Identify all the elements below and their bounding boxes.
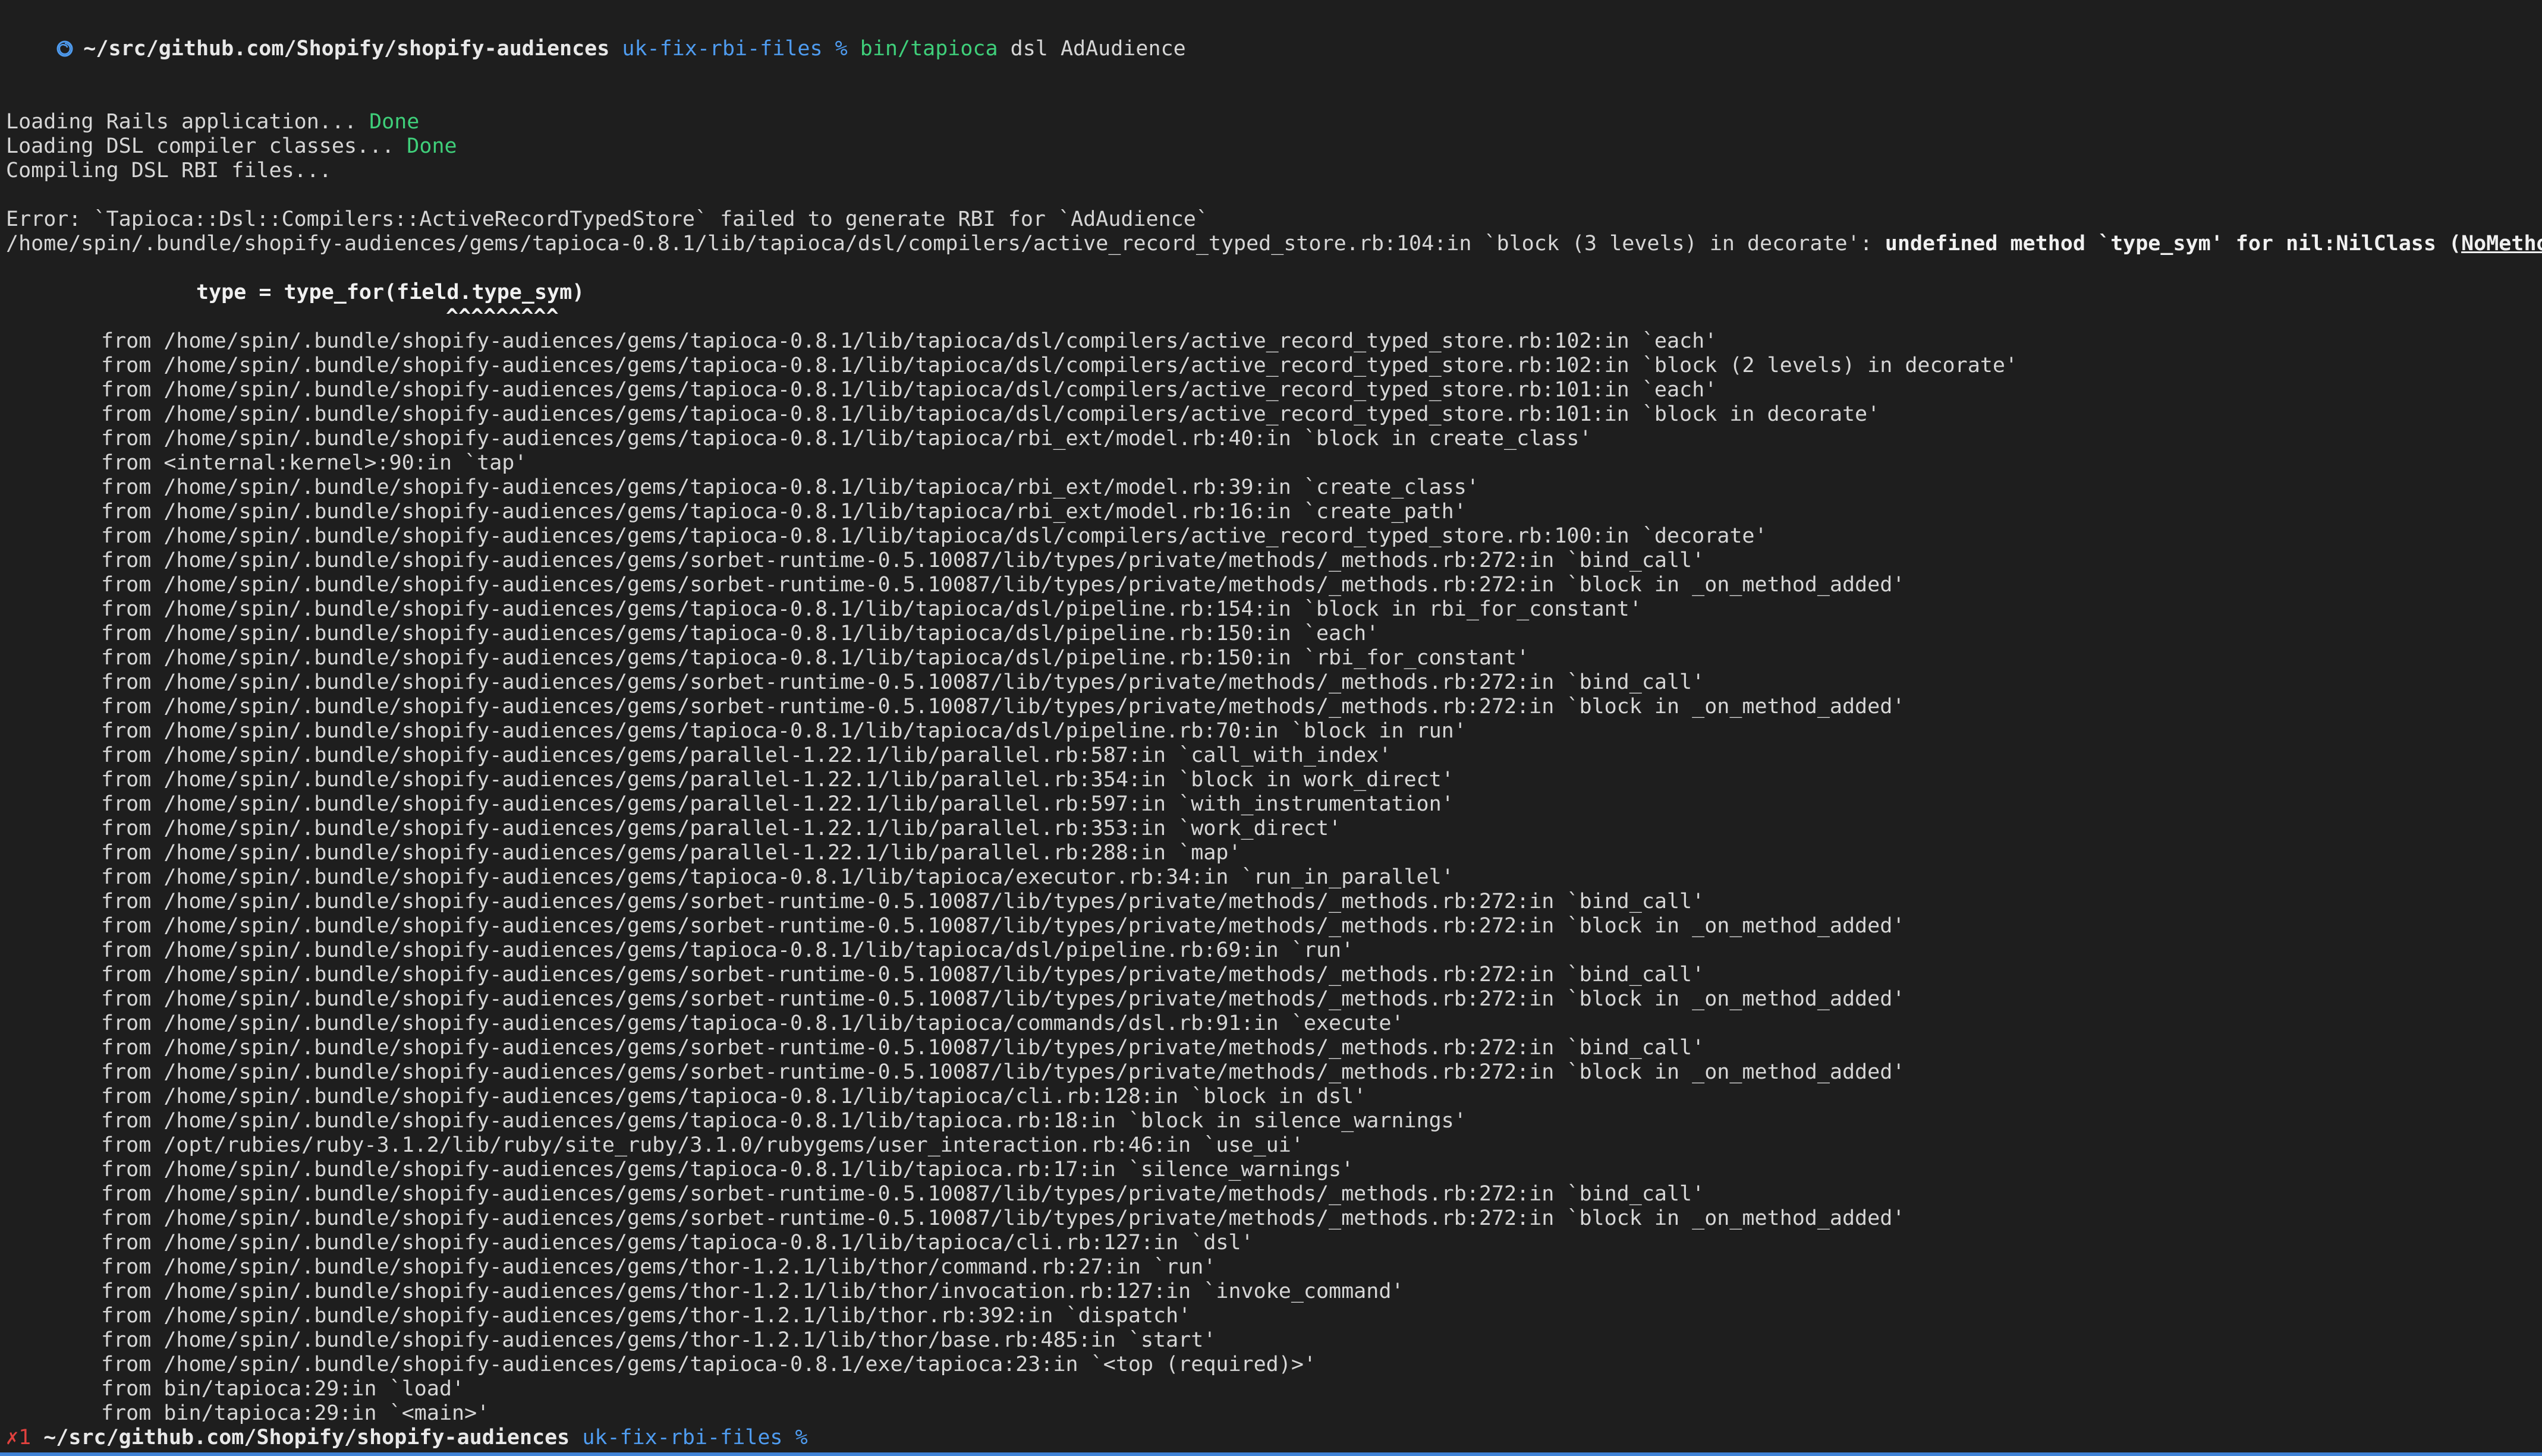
backtrace-line: from /home/spin/.bundle/shopify-audience…: [101, 1085, 1367, 1108]
backtrace-line: from /home/spin/.bundle/shopify-audience…: [101, 1206, 1905, 1230]
backtrace-line: from /home/spin/.bundle/shopify-audience…: [101, 841, 1241, 865]
backtrace-line: from /home/spin/.bundle/shopify-audience…: [101, 890, 1705, 913]
backtrace-line: from /home/spin/.bundle/shopify-audience…: [101, 646, 1530, 670]
prompt-symbol: %: [795, 1426, 808, 1449]
spiral-prompt-icon: [56, 39, 74, 57]
backtrace-line: from /home/spin/.bundle/shopify-audience…: [101, 792, 1454, 816]
backtrace-line: from bin/tapioca:29:in `<main>': [101, 1401, 490, 1425]
error-message: Error: `Tapioca::Dsl::Compilers::ActiveR…: [6, 207, 1209, 231]
error-source-line: type = type_for(field.type_sym): [196, 281, 585, 304]
final-prompt-line[interactable]: ✗1 ~/src/github.com/Shopify/shopify-audi…: [6, 1426, 2542, 1450]
error-location: /home/spin/.bundle/shopify-audiences/gem…: [6, 232, 2542, 256]
prompt-symbol: %: [835, 37, 848, 61]
backtrace-line: from /home/spin/.bundle/shopify-audience…: [101, 1328, 1216, 1352]
backtrace-line: from /home/spin/.bundle/shopify-audience…: [101, 1109, 1467, 1133]
terminal-window[interactable]: ~/src/github.com/Shopify/shopify-audienc…: [0, 0, 2542, 1456]
backtrace-line: from /home/spin/.bundle/shopify-audience…: [101, 938, 1354, 962]
backtrace-line: from /home/spin/.bundle/shopify-audience…: [101, 524, 1767, 548]
backtrace-line: from /home/spin/.bundle/shopify-audience…: [101, 500, 1467, 524]
status-done: Done: [407, 134, 457, 158]
backtrace-line: from /home/spin/.bundle/shopify-audience…: [101, 1011, 1404, 1035]
backtrace-line: from /home/spin/.bundle/shopify-audience…: [101, 1182, 1705, 1206]
status-done: Done: [369, 110, 420, 134]
prompt-path: ~/src/github.com/Shopify/shopify-audienc…: [83, 37, 610, 61]
prompt-path: ~/src/github.com/Shopify/shopify-audienc…: [43, 1426, 570, 1449]
backtrace-line: from /home/spin/.bundle/shopify-audience…: [101, 1255, 1216, 1279]
backtrace-line: from bin/tapioca:29:in `load': [101, 1377, 465, 1401]
command-args: dsl AdAudience: [1010, 37, 1186, 61]
exception-class: NoMethodError: [2461, 232, 2542, 256]
backtrace-line: from /home/spin/.bundle/shopify-audience…: [101, 1036, 1705, 1060]
backtrace-line: from /home/spin/.bundle/shopify-audience…: [101, 670, 1705, 694]
backtrace-line: from /home/spin/.bundle/shopify-audience…: [101, 622, 1379, 645]
backtrace-line: from /home/spin/.bundle/shopify-audience…: [101, 743, 1392, 767]
status-line-dsl: Loading DSL compiler classes... Done: [6, 134, 457, 158]
backtrace-line: from /home/spin/.bundle/shopify-audience…: [101, 768, 1454, 792]
backtrace-line: from /home/spin/.bundle/shopify-audience…: [101, 1304, 1191, 1328]
prompt-branch: uk-fix-rbi-files: [622, 37, 823, 61]
backtrace-line: from <internal:kernel>:90:in `tap': [101, 451, 527, 475]
backtrace-line: from /home/spin/.bundle/shopify-audience…: [101, 427, 1592, 450]
backtrace-line: from /home/spin/.bundle/shopify-audience…: [101, 354, 2018, 377]
backtrace-line: from /home/spin/.bundle/shopify-audience…: [101, 1060, 1905, 1084]
backtrace-line: from /home/spin/.bundle/shopify-audience…: [101, 597, 1642, 621]
backtrace-line: from /home/spin/.bundle/shopify-audience…: [101, 1353, 1316, 1376]
backtrace-line: from /home/spin/.bundle/shopify-audience…: [101, 549, 1705, 572]
backtrace-line: from /home/spin/.bundle/shopify-audience…: [101, 1231, 1254, 1255]
backtrace: from /home/spin/.bundle/shopify-audience…: [6, 329, 2542, 1426]
bottom-border: [0, 1452, 2542, 1456]
status-line-compiling: Compiling DSL RBI files...: [6, 159, 332, 182]
prompt-line: ~/src/github.com/Shopify/shopify-audienc…: [6, 12, 2542, 61]
backtrace-line: from /home/spin/.bundle/shopify-audience…: [101, 719, 1467, 743]
backtrace-line: from /home/spin/.bundle/shopify-audience…: [101, 378, 1717, 402]
error-detail: undefined method `type_sym' for nil:NilC…: [1885, 232, 2462, 256]
backtrace-line: from /home/spin/.bundle/shopify-audience…: [101, 695, 1905, 718]
backtrace-line: from /home/spin/.bundle/shopify-audience…: [101, 914, 1905, 938]
backtrace-line: from /home/spin/.bundle/shopify-audience…: [101, 573, 1905, 597]
backtrace-line: from /home/spin/.bundle/shopify-audience…: [101, 817, 1342, 840]
backtrace-line: from /home/spin/.bundle/shopify-audience…: [101, 865, 1454, 889]
backtrace-line: from /home/spin/.bundle/shopify-audience…: [101, 475, 1479, 499]
status-line-rails: Loading Rails application... Done: [6, 110, 420, 134]
prompt-branch: uk-fix-rbi-files: [582, 1426, 783, 1449]
exit-status-badge: ✗1: [6, 1426, 32, 1449]
error-caret: ^^^^^^^^^: [446, 305, 559, 329]
backtrace-line: from /home/spin/.bundle/shopify-audience…: [101, 963, 1705, 987]
backtrace-line: from /home/spin/.bundle/shopify-audience…: [101, 1279, 1404, 1303]
backtrace-line: from /home/spin/.bundle/shopify-audience…: [101, 1158, 1354, 1181]
backtrace-line: from /home/spin/.bundle/shopify-audience…: [101, 402, 1880, 426]
command-bin: bin/tapioca: [860, 37, 998, 61]
backtrace-line: from /home/spin/.bundle/shopify-audience…: [101, 329, 1717, 353]
backtrace-line: from /home/spin/.bundle/shopify-audience…: [101, 987, 1905, 1011]
backtrace-line: from /opt/rubies/ruby-3.1.2/lib/ruby/sit…: [101, 1133, 1304, 1157]
